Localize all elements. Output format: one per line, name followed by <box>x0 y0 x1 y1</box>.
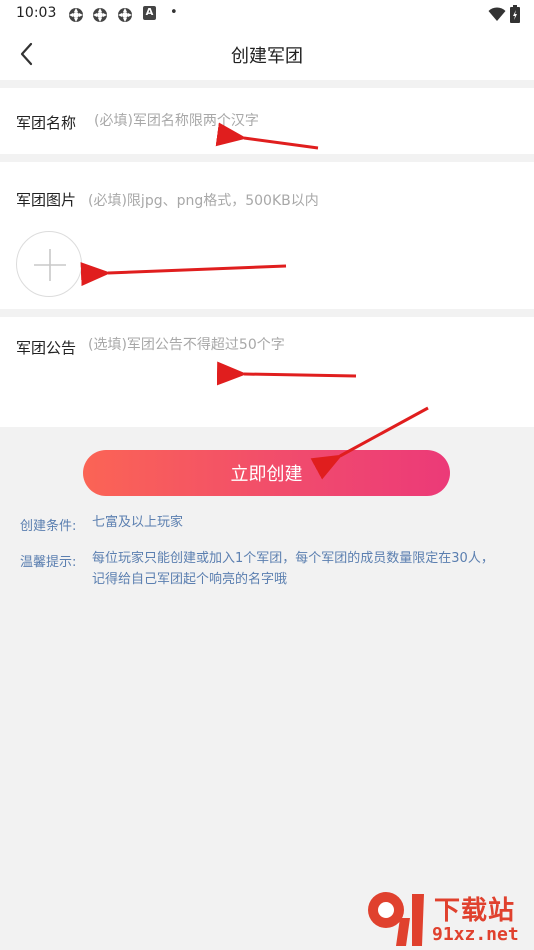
battery-icon <box>510 5 520 23</box>
legion-notice-section: 军团公告 <box>0 317 534 427</box>
tip-label: 温馨提示: <box>20 555 77 570</box>
legion-image-label: 军团图片 <box>16 191 77 209</box>
tip-line-2: 记得给自己军团起个响亮的名字哦 <box>92 572 288 587</box>
condition-text: 七富及以上玩家 <box>92 515 184 530</box>
notification-app-icon <box>69 8 83 22</box>
nav-bar: 创建军团 <box>0 28 534 80</box>
watermark-brand-bottom: 91xz.net <box>432 924 519 945</box>
wifi-icon <box>488 7 506 21</box>
a-badge-icon: A <box>143 6 156 20</box>
legion-name-input[interactable] <box>94 108 514 134</box>
status-time: 10:03 <box>16 5 57 21</box>
legion-notice-label: 军团公告 <box>16 339 77 357</box>
legion-name-label: 军团名称 <box>16 114 77 132</box>
add-image-button[interactable] <box>16 231 82 297</box>
legion-image-section: 军团图片 (必填)限jpg、png格式，500KB以内 <box>0 162 534 309</box>
watermark-logo-icon <box>368 892 424 946</box>
tip-text: 每位玩家只能创建或加入1个军团，每个军团的成员数量限定在30人， 记得给自己军团… <box>92 548 512 590</box>
watermark-brand-top: 下载站 <box>434 896 516 926</box>
watermark: 下载站 91xz.net <box>366 888 528 948</box>
legion-notice-input[interactable] <box>88 335 518 415</box>
status-dot: • <box>170 5 178 20</box>
create-now-button[interactable]: 立即创建 <box>83 450 450 496</box>
status-right <box>488 5 520 23</box>
tip-line-1: 每位玩家只能创建或加入1个军团，每个军团的成员数量限定在30人， <box>92 551 494 566</box>
status-bar: 10:03 A • <box>0 0 534 28</box>
condition-label: 创建条件: <box>20 519 77 534</box>
plus-icon <box>34 249 66 281</box>
legion-name-section: 军团名称 <box>0 88 534 154</box>
notification-app-icon <box>118 8 132 22</box>
legion-image-hint: (必填)限jpg、png格式，500KB以内 <box>88 193 319 209</box>
page-title: 创建军团 <box>231 46 303 67</box>
notification-app-icon <box>93 8 107 22</box>
